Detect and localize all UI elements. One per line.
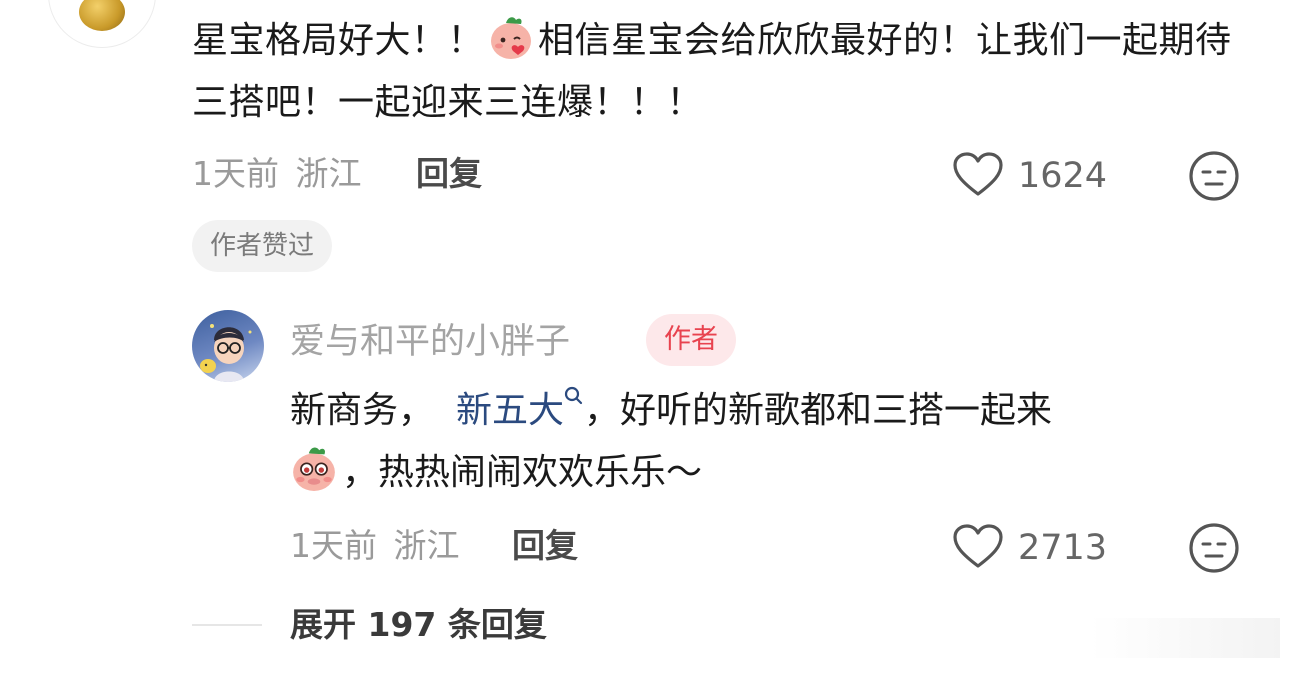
like-button[interactable] bbox=[952, 152, 1004, 198]
commenter-avatar[interactable] bbox=[48, 0, 156, 48]
dislike-button[interactable] bbox=[1188, 522, 1240, 574]
expand-divider bbox=[192, 624, 262, 626]
topic-link[interactable]: 新五大 bbox=[456, 390, 564, 431]
author-liked-badge: 作者赞过 bbox=[192, 220, 333, 272]
comment-text: 星宝格局好大！！ 相信星宝会给欣欣最好的！让我们一起期待三搭吧！一起迎来三连爆！… bbox=[192, 10, 1252, 134]
reply-location: 浙江 bbox=[393, 526, 460, 565]
reply-username[interactable]: 爱与和平的小胖子 bbox=[290, 318, 570, 366]
reply-text-suffix: ，热热闹闹欢欢乐乐～ bbox=[342, 452, 703, 493]
comment-text-part1: 星宝格局好大！！ bbox=[192, 20, 485, 61]
reply-button[interactable]: 回复 bbox=[416, 154, 482, 194]
heart-icon bbox=[953, 152, 1003, 196]
like-count: 2713 bbox=[1018, 528, 1108, 568]
reply-button[interactable]: 回复 bbox=[512, 526, 578, 566]
like-button[interactable] bbox=[952, 524, 1004, 570]
peeking-emoji-icon bbox=[293, 447, 335, 491]
comment-location: 浙江 bbox=[295, 154, 362, 193]
comment-meta: 1天前 浙江 bbox=[192, 154, 362, 194]
reply-time: 1天前 bbox=[290, 526, 377, 565]
author-tag: 作者 bbox=[646, 314, 736, 366]
avatar-egg-image bbox=[79, 0, 125, 31]
heart-icon bbox=[953, 524, 1003, 568]
blush-kiss-emoji-icon bbox=[491, 17, 532, 59]
expand-replies-button[interactable]: 展开 197 条回复 bbox=[290, 605, 547, 645]
avatar-cartoon-image bbox=[200, 324, 252, 382]
reply-text: 新商务， 新五大 ，好听的新歌都和三搭一起来 ，热热闹闹欢欢乐乐～ bbox=[290, 380, 1250, 504]
reply-text-prefix: 新商务， bbox=[290, 390, 435, 431]
like-count: 1624 bbox=[1018, 156, 1108, 196]
neutral-face-icon bbox=[1189, 523, 1239, 573]
neutral-face-icon bbox=[1189, 151, 1239, 201]
reply-avatar[interactable] bbox=[192, 310, 264, 382]
reply-meta: 1天前 浙江 bbox=[290, 526, 460, 566]
topic-search-icon bbox=[564, 386, 583, 405]
dislike-button[interactable] bbox=[1188, 150, 1240, 202]
comment-time: 1天前 bbox=[192, 154, 279, 193]
watermark-fade bbox=[1090, 618, 1280, 658]
reply-text-middle: ，好听的新歌都和三搭一起来 bbox=[584, 390, 1053, 431]
